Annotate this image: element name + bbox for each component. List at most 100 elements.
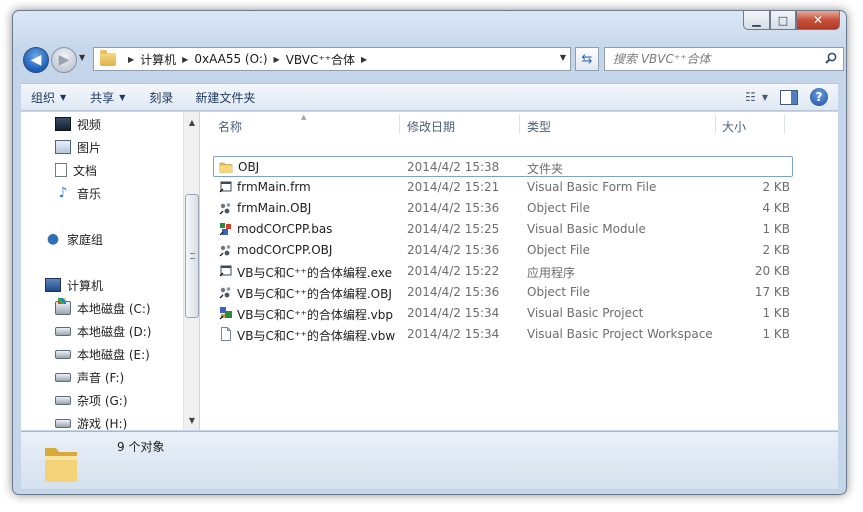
back-button[interactable]: ◀ bbox=[23, 47, 49, 73]
scroll-down-icon[interactable]: ▼ bbox=[184, 412, 200, 428]
nav-item-label: 家庭组 bbox=[67, 232, 104, 247]
column-name[interactable]: 名称 bbox=[218, 118, 242, 135]
forward-button[interactable]: ▶ bbox=[51, 47, 77, 73]
scroll-up-icon[interactable]: ▲ bbox=[184, 114, 200, 130]
navigation-pane: 视频 图片 文档 ♪ 音乐 ● 家庭组 计算机 本地磁盘 (C:) 本地磁盘 (… bbox=[21, 112, 183, 430]
arrow-right-icon: ▶ bbox=[58, 52, 70, 68]
refresh-button[interactable]: ⇆ bbox=[575, 47, 599, 71]
search-box[interactable] bbox=[604, 47, 844, 71]
file-row[interactable]: VB与C和C⁺⁺的合体编程.vbw 2014/4/2 15:34 Visual … bbox=[200, 324, 800, 345]
breadcrumb-computer[interactable]: 计算机 bbox=[140, 51, 176, 68]
preview-pane-icon[interactable] bbox=[780, 89, 798, 105]
file-size: 20 KB bbox=[754, 264, 790, 278]
folder-icon bbox=[219, 162, 233, 173]
file-size: 2 KB bbox=[762, 180, 790, 194]
nav-item-drive-g[interactable]: 杂项 (G:) bbox=[55, 390, 128, 410]
chevron-right-icon[interactable]: ▶ bbox=[361, 55, 367, 64]
file-name: frmMain.OBJ bbox=[237, 201, 312, 215]
close-button[interactable]: ✕ bbox=[796, 11, 840, 30]
file-size: 1 KB bbox=[762, 222, 790, 236]
maximize-button[interactable]: □ bbox=[770, 11, 796, 30]
music-library-icon: ♪ bbox=[58, 185, 68, 201]
explorer-window: ▁ □ ✕ ◀ ▶ ▼ ▶ 计算机 ▶ 0xAA55 (O:) ▶ VBVC⁺⁺… bbox=[12, 10, 847, 495]
file-row[interactable]: frmMain.OBJ 2014/4/2 15:36 Object File 4… bbox=[200, 198, 800, 219]
chevron-down-icon: ▼ bbox=[60, 92, 67, 102]
drive-icon bbox=[55, 418, 71, 428]
chevron-right-icon[interactable]: ▶ bbox=[182, 55, 188, 64]
share-menu[interactable]: 共享 ▼ bbox=[80, 84, 135, 110]
column-divider[interactable] bbox=[519, 114, 520, 134]
file-type: Object File bbox=[527, 243, 590, 257]
file-row[interactable]: modCOrCPP.bas 2014/4/2 15:25 Visual Basi… bbox=[200, 219, 800, 240]
column-type[interactable]: 类型 bbox=[527, 118, 551, 135]
change-view-button[interactable]: ☷ ▼ bbox=[745, 90, 768, 104]
nav-item-label: 游戏 (H:) bbox=[77, 416, 128, 431]
refresh-icon: ⇆ bbox=[581, 51, 593, 67]
nav-item-videos[interactable]: 视频 bbox=[55, 114, 101, 134]
nav-item-documents[interactable]: 文档 bbox=[55, 160, 97, 180]
nav-item-drive-f[interactable]: 声音 (F:) bbox=[55, 367, 124, 387]
scrollbar-thumb[interactable] bbox=[185, 194, 199, 318]
file-name: modCOrCPP.bas bbox=[237, 222, 333, 236]
file-name: frmMain.frm bbox=[237, 180, 311, 194]
column-date[interactable]: 修改日期 bbox=[407, 118, 455, 135]
command-bar: 组织 ▼ 共享 ▼ 刻录 新建文件夹 ☷ ▼ ? bbox=[21, 83, 838, 111]
organize-menu[interactable]: 组织 ▼ bbox=[21, 84, 76, 110]
column-divider[interactable] bbox=[715, 114, 716, 134]
file-type: Visual Basic Module bbox=[527, 222, 646, 236]
file-row[interactable]: frmMain.frm 2014/4/2 15:21 Visual Basic … bbox=[200, 177, 800, 198]
breadcrumb-folder[interactable]: VBVC⁺⁺合体 bbox=[286, 51, 355, 68]
chevron-right-icon[interactable]: ▶ bbox=[274, 55, 280, 64]
video-library-icon bbox=[55, 117, 71, 131]
file-date: 2014/4/2 15:34 bbox=[407, 327, 500, 341]
file-type: Visual Basic Project Workspace bbox=[527, 327, 713, 341]
column-divider[interactable] bbox=[784, 114, 785, 134]
nav-item-label: 视频 bbox=[77, 117, 102, 132]
file-row[interactable]: modCOrCPP.OBJ 2014/4/2 15:36 Object File… bbox=[200, 240, 800, 261]
search-input[interactable] bbox=[613, 52, 813, 66]
file-type: Object File bbox=[527, 201, 590, 215]
nav-item-pictures[interactable]: 图片 bbox=[55, 137, 101, 157]
file-date: 2014/4/2 15:25 bbox=[407, 222, 500, 236]
column-size[interactable]: 大小 bbox=[722, 118, 746, 135]
address-bar[interactable]: ▶ 计算机 ▶ 0xAA55 (O:) ▶ VBVC⁺⁺合体 ▶ ▼ bbox=[93, 47, 571, 71]
nav-item-homegroup[interactable]: ● 家庭组 bbox=[45, 229, 103, 249]
column-divider[interactable] bbox=[399, 114, 400, 134]
burn-button[interactable]: 刻录 bbox=[139, 84, 183, 110]
caption-buttons: ▁ □ ✕ bbox=[743, 11, 840, 30]
vb-form-icon bbox=[219, 181, 232, 193]
object-file-icon bbox=[219, 203, 231, 215]
nav-item-drive-h[interactable]: 游戏 (H:) bbox=[55, 413, 127, 430]
system-drive-icon bbox=[55, 298, 71, 315]
file-row[interactable]: VB与C和C⁺⁺的合体编程.exe 2014/4/2 15:22 应用程序 20… bbox=[200, 261, 800, 282]
drive-icon bbox=[55, 349, 71, 359]
file-name: VB与C和C⁺⁺的合体编程.vbw bbox=[237, 329, 396, 343]
nav-item-music[interactable]: ♪ 音乐 bbox=[55, 183, 101, 203]
nav-item-drive-e[interactable]: 本地磁盘 (E:) bbox=[55, 344, 150, 364]
nav-item-computer[interactable]: 计算机 bbox=[45, 275, 103, 295]
share-label: 共享 bbox=[90, 90, 115, 105]
recent-pages-dropdown[interactable]: ▼ bbox=[79, 53, 85, 62]
minimize-button[interactable]: ▁ bbox=[743, 11, 770, 30]
nav-scrollbar[interactable]: ▲ ▼ bbox=[183, 112, 199, 430]
chevron-right-icon[interactable]: ▶ bbox=[128, 55, 134, 64]
new-folder-button[interactable]: 新建文件夹 bbox=[185, 84, 265, 110]
file-row[interactable]: VB与C和C⁺⁺的合体编程.OBJ 2014/4/2 15:36 Object … bbox=[200, 282, 800, 303]
file-row[interactable]: VB与C和C⁺⁺的合体编程.vbp 2014/4/2 15:34 Visual … bbox=[200, 303, 800, 324]
file-name: VB与C和C⁺⁺的合体编程.OBJ bbox=[237, 287, 392, 301]
homegroup-icon: ● bbox=[46, 231, 60, 247]
view-options-icon: ☷ bbox=[745, 90, 756, 104]
address-history-dropdown[interactable]: ▼ bbox=[560, 53, 566, 62]
breadcrumb-drive[interactable]: 0xAA55 (O:) bbox=[194, 52, 267, 66]
nav-item-drive-d[interactable]: 本地磁盘 (D:) bbox=[55, 321, 151, 341]
search-icon[interactable] bbox=[825, 52, 837, 64]
file-size: 4 KB bbox=[762, 201, 790, 215]
file-name: modCOrCPP.OBJ bbox=[237, 243, 333, 257]
nav-item-drive-c[interactable]: 本地磁盘 (C:) bbox=[55, 298, 151, 318]
file-type: Visual Basic Form File bbox=[527, 180, 657, 194]
object-file-icon bbox=[219, 287, 231, 299]
help-icon[interactable]: ? bbox=[810, 88, 828, 106]
file-date: 2014/4/2 15:36 bbox=[407, 243, 500, 257]
file-row[interactable]: OBJ 2014/4/2 15:38 文件夹 bbox=[213, 156, 793, 177]
file-date: 2014/4/2 15:36 bbox=[407, 285, 500, 299]
